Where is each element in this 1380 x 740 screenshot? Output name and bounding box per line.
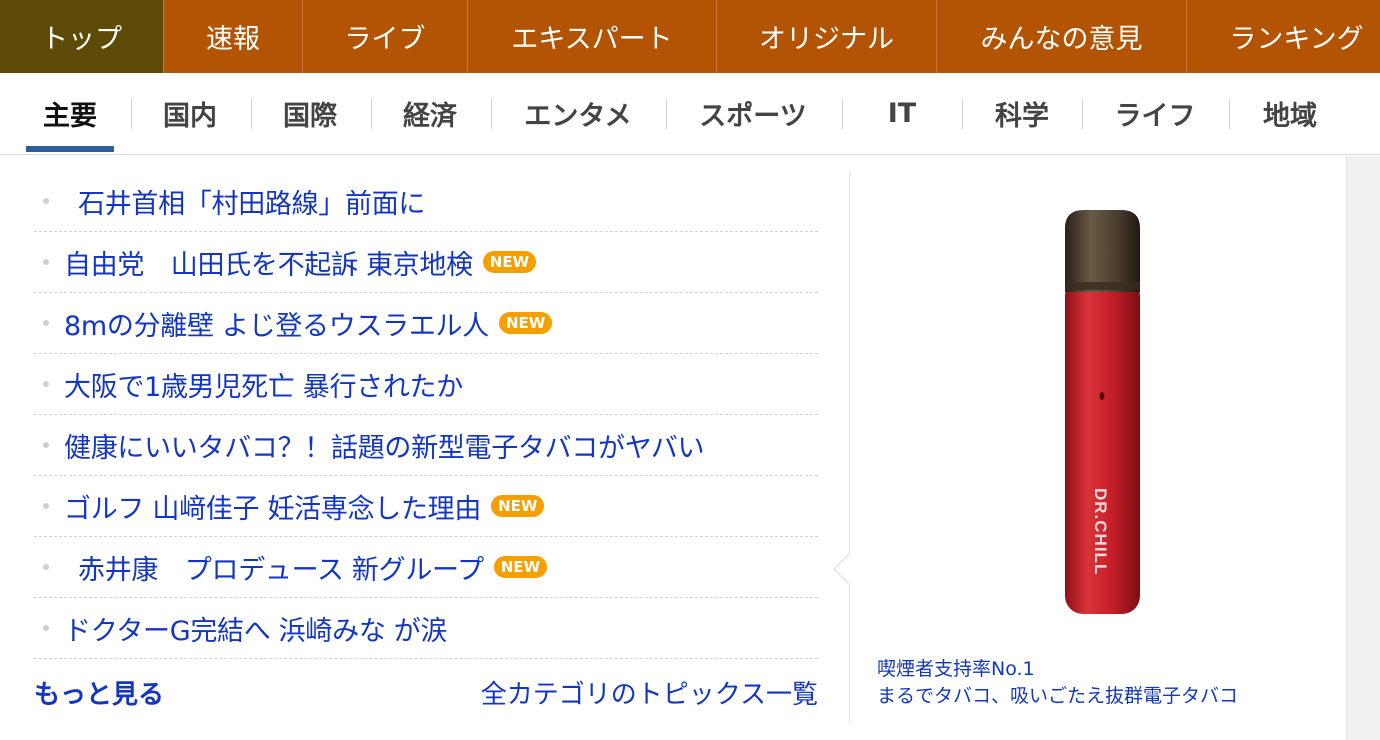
news-link[interactable]: 自由党 山田氏を不起訴 東京地検 xyxy=(64,243,473,282)
ad-caption[interactable]: 喫煙者支持率No.1 まるでタバコ、吸いごたえ抜群電子タバコ xyxy=(877,656,1317,710)
news-link[interactable]: ドクターG完結へ 浜崎みな が涙 xyxy=(64,609,448,648)
category-tab-science[interactable]: 科学 xyxy=(978,73,1066,154)
news-item: 赤井康 プロデュース 新グループ NEW xyxy=(34,537,818,598)
category-separator xyxy=(371,99,372,129)
bullet-icon xyxy=(43,259,49,265)
news-item: 石井首相「村田路線」前面に xyxy=(34,171,818,232)
news-item: 自由党 山田氏を不起訴 東京地検 NEW xyxy=(34,232,818,293)
category-tab-local[interactable]: 地域 xyxy=(1246,73,1334,154)
pen-cap xyxy=(1065,210,1140,292)
bullet-icon xyxy=(43,381,49,387)
active-tab-indicator xyxy=(26,146,114,152)
bullet-icon xyxy=(43,320,49,326)
bullet-icon xyxy=(43,198,49,204)
pointer-arrow-fill xyxy=(835,553,851,585)
new-badge: NEW xyxy=(491,495,545,517)
top-nav-item-top[interactable]: トップ xyxy=(0,0,164,73)
ad-product-image[interactable]: DR.CHILL xyxy=(874,170,1318,640)
bullet-icon xyxy=(43,564,49,570)
news-topics-list: 石井首相「村田路線」前面に 自由党 山田氏を不起訴 東京地検 NEW 8mの分離… xyxy=(34,171,818,659)
more-button[interactable]: もっと見る xyxy=(34,674,164,711)
category-tab-international[interactable]: 国際 xyxy=(266,73,354,154)
news-link[interactable]: 8mの分離壁 よじ登るウスラエル人 xyxy=(64,304,489,343)
category-separator xyxy=(962,99,963,129)
category-separator xyxy=(491,99,492,129)
category-tab-main[interactable]: 主要 xyxy=(26,73,114,154)
news-item: ドクターG完結へ 浜崎みな が涙 xyxy=(34,598,818,659)
pen-brand-text: DR.CHILL xyxy=(1091,488,1110,575)
top-nav-item-live[interactable]: ライブ xyxy=(303,0,468,73)
category-separator xyxy=(666,99,667,129)
category-separator xyxy=(842,99,843,129)
all-topics-link[interactable]: 全カテゴリのトピックス一覧 xyxy=(481,674,818,711)
category-tab-sports[interactable]: スポーツ xyxy=(680,73,826,154)
pen-indicator xyxy=(1099,392,1105,400)
news-item: 大阪で1歳男児死亡 暴行されたか xyxy=(34,354,818,415)
news-link[interactable]: ゴルフ 山﨑佳子 妊活専念した理由 xyxy=(64,487,481,526)
news-link[interactable]: 大阪で1歳男児死亡 暴行されたか xyxy=(64,365,463,404)
top-nav-item-ranking[interactable]: ランキング xyxy=(1187,0,1380,73)
category-tab-life[interactable]: ライフ xyxy=(1098,73,1212,154)
new-badge: NEW xyxy=(493,556,548,578)
category-separator xyxy=(1082,99,1083,129)
category-separator xyxy=(251,99,252,129)
news-list-footer: もっと見る 全カテゴリのトピックス一覧 xyxy=(34,672,818,712)
bullet-icon xyxy=(43,503,49,509)
category-separator xyxy=(131,99,132,129)
news-link[interactable]: 石井首相「村田路線」前面に xyxy=(78,182,425,221)
category-nav: 主要 国内 国際 経済 エンタメ スポーツ IT 科学 ライフ 地域 xyxy=(0,73,1380,155)
news-item: 健康にいいタバコ？！話題の新型電子タバコがヤバい xyxy=(34,415,818,476)
new-badge: NEW xyxy=(482,251,537,273)
category-tab-economy[interactable]: 経済 xyxy=(386,73,474,154)
top-nav-item-expert[interactable]: エキスパート xyxy=(468,0,717,73)
top-nav: トップ 速報 ライブ エキスパート オリジナル みんなの意見 ランキング xyxy=(0,0,1380,73)
right-sidebar-edge xyxy=(1346,156,1380,740)
top-nav-item-opinions[interactable]: みんなの意見 xyxy=(937,0,1187,73)
column-divider xyxy=(849,172,850,722)
category-tab-it[interactable]: IT xyxy=(858,73,946,154)
category-separator xyxy=(1229,99,1230,129)
category-tab-entertainment[interactable]: エンタメ xyxy=(506,73,650,154)
new-badge: NEW xyxy=(498,312,553,334)
ad-caption-line2: まるでタバコ、吸いごたえ抜群電子タバコ xyxy=(877,685,1239,707)
ad-caption-line1: 喫煙者支持率No.1 xyxy=(877,658,1035,680)
news-link[interactable]: 赤井康 プロデュース 新グループ xyxy=(78,548,484,587)
news-item: ゴルフ 山﨑佳子 妊活専念した理由 NEW xyxy=(34,476,818,537)
vape-pen-illustration: DR.CHILL xyxy=(1065,210,1140,614)
sponsored-news-link[interactable]: 健康にいいタバコ？！話題の新型電子タバコがヤバい xyxy=(64,426,705,465)
news-item: 8mの分離壁 よじ登るウスラエル人 NEW xyxy=(34,293,818,354)
bullet-icon xyxy=(43,442,49,448)
bullet-icon xyxy=(43,625,49,631)
top-nav-item-breaking[interactable]: 速報 xyxy=(164,0,303,73)
category-tab-domestic[interactable]: 国内 xyxy=(146,73,234,154)
top-nav-item-original[interactable]: オリジナル xyxy=(717,0,937,73)
